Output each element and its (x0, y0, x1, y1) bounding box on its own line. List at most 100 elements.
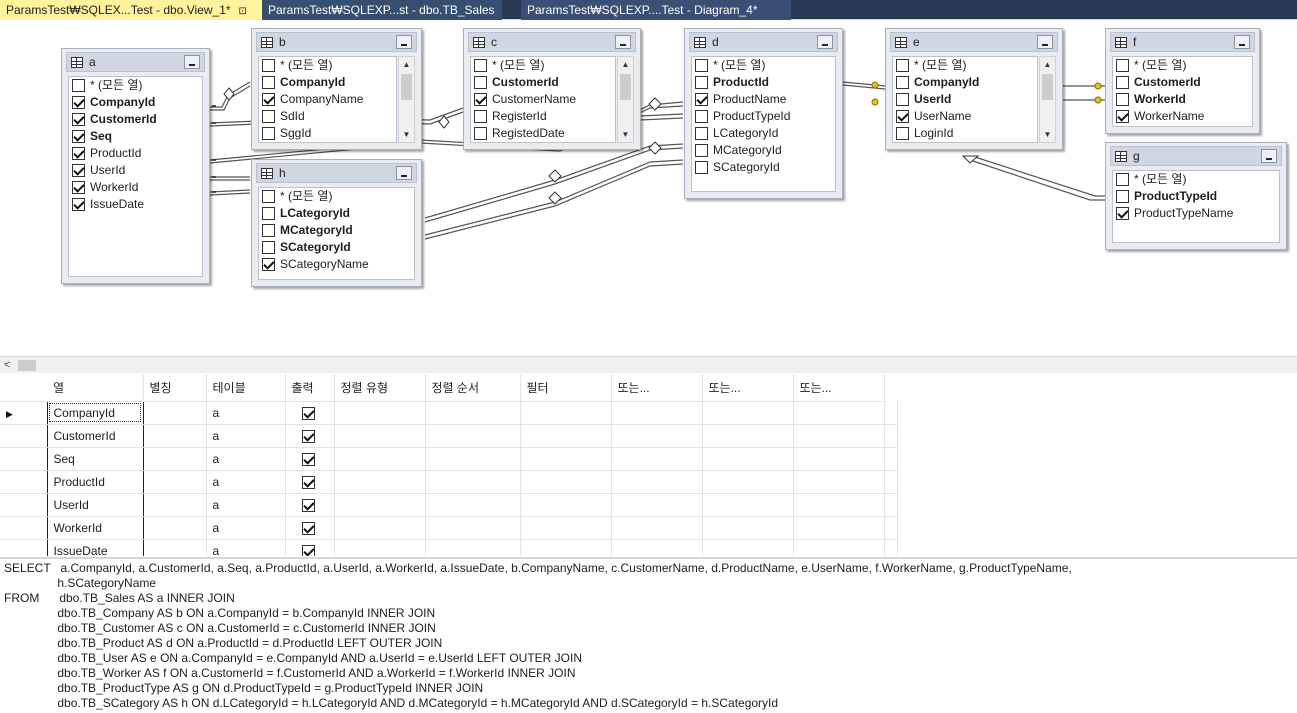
grid-cell-or[interactable] (702, 447, 794, 471)
pin-icon[interactable]: ⊡ (239, 6, 247, 17)
scroll-up-icon[interactable]: ▲ (399, 57, 414, 72)
column-checkbox[interactable] (474, 110, 487, 123)
column-checkbox[interactable] (1116, 59, 1129, 72)
grid-cell-sort-order[interactable] (425, 447, 521, 471)
grid-cell-filter[interactable] (520, 424, 612, 448)
grid-cell-sort-type[interactable] (334, 401, 426, 425)
scroll-down-icon[interactable]: ▼ (399, 127, 414, 142)
scroll-down-icon[interactable]: ▼ (618, 127, 633, 142)
tab-tb-sales[interactable]: ParamsTest₩SQLEXP...st - dbo.TB_Sales (262, 0, 502, 20)
column-row[interactable]: ProductId (692, 74, 835, 91)
column-checkbox[interactable] (695, 110, 708, 123)
column-row[interactable]: SCategoryId (692, 159, 835, 176)
table-h-header[interactable]: h (256, 163, 417, 183)
column-checkbox[interactable] (72, 198, 85, 211)
column-checkbox[interactable] (474, 59, 487, 72)
column-checkbox[interactable] (695, 93, 708, 106)
grid-cell-output[interactable] (285, 424, 335, 448)
output-checkbox[interactable] (301, 544, 315, 556)
table-b[interactable]: b * (모든 열) CompanyId CompanyName SdId SggId … (251, 28, 422, 150)
column-row[interactable]: LoginId (893, 125, 1037, 142)
minimize-button[interactable] (1261, 149, 1277, 163)
column-row[interactable]: UserId (893, 91, 1037, 108)
grid-cell-column[interactable]: WorkerId (46, 516, 144, 540)
column-checkbox[interactable] (262, 207, 275, 220)
column-checkbox[interactable] (1116, 173, 1129, 186)
tab-diagram-4[interactable]: ParamsTest₩SQLEXP....Test - Diagram_4* (521, 0, 791, 20)
scroll-thumb[interactable] (401, 74, 412, 100)
grid-cell-column[interactable]: CompanyId (46, 401, 144, 425)
row-selector[interactable] (0, 447, 47, 471)
grid-cell-sort-order[interactable] (425, 539, 521, 556)
diagram-pane[interactable]: a * (모든 열) CompanyId CustomerId Seq ProductI… (0, 20, 1297, 356)
vertical-scrollbar[interactable]: ▲ ▼ (1039, 56, 1056, 143)
grid-cell-extra[interactable] (884, 516, 898, 540)
column-checkbox[interactable] (262, 258, 275, 271)
column-checkbox[interactable] (262, 93, 275, 106)
grid-cell-table[interactable]: a (206, 447, 286, 471)
column-row[interactable]: * (모든 열) (471, 57, 615, 74)
column-row[interactable]: ProductName (692, 91, 835, 108)
column-checkbox[interactable] (262, 127, 275, 140)
column-row[interactable]: * (모든 열) (259, 188, 414, 205)
column-row[interactable]: CompanyName (259, 91, 396, 108)
column-checkbox[interactable] (72, 147, 85, 160)
grid-row[interactable]: IssueDate a (0, 539, 898, 556)
grid-cell-table[interactable]: a (206, 424, 286, 448)
grid-cell-filter[interactable] (520, 539, 612, 556)
table-a-header[interactable]: a (66, 52, 205, 72)
column-row[interactable]: WorkerId (69, 179, 202, 196)
column-row[interactable]: * (모든 열) (1113, 57, 1252, 74)
grid-cell-extra[interactable] (884, 424, 898, 448)
grid-cell-alias[interactable] (143, 493, 207, 517)
column-row[interactable]: CompanyId (259, 74, 396, 91)
column-checkbox[interactable] (262, 76, 275, 89)
table-g-header[interactable]: g (1110, 146, 1282, 166)
column-row[interactable]: UserId (69, 162, 202, 179)
table-e[interactable]: e * (모든 열) CompanyId UserId UserName LoginId… (885, 28, 1063, 150)
column-checkbox[interactable] (262, 224, 275, 237)
column-checkbox[interactable] (695, 59, 708, 72)
grid-cell-or[interactable] (611, 516, 703, 540)
grid-row[interactable]: UserId a (0, 493, 898, 517)
column-row[interactable]: Seq (69, 128, 202, 145)
column-checkbox[interactable] (474, 93, 487, 106)
column-checkbox[interactable] (262, 241, 275, 254)
tab-view-1[interactable]: ParamsTest₩SQLEX...Test - dbo.View_1* ⊡ (0, 0, 262, 20)
grid-cell-or[interactable] (793, 516, 885, 540)
vertical-scrollbar[interactable]: ▲ ▼ (617, 56, 634, 143)
grid-cell-column[interactable]: Seq (46, 447, 144, 471)
column-row[interactable]: ProductTypeId (692, 108, 835, 125)
column-row[interactable]: MCategoryId (692, 142, 835, 159)
grid-cell-sort-type[interactable] (334, 516, 426, 540)
grid-cell-column[interactable]: CustomerId (46, 424, 144, 448)
column-row[interactable]: SCategoryName (259, 256, 414, 273)
column-row[interactable]: * (모든 열) (893, 57, 1037, 74)
table-c-header[interactable]: c (468, 32, 636, 52)
column-checkbox[interactable] (896, 76, 909, 89)
grid-cell-sort-order[interactable] (425, 424, 521, 448)
column-checkbox[interactable] (72, 113, 85, 126)
grid-cell-table[interactable]: a (206, 539, 286, 556)
grid-cell-alias[interactable] (143, 516, 207, 540)
column-checkbox[interactable] (896, 59, 909, 72)
grid-cell-filter[interactable] (520, 470, 612, 494)
table-d[interactable]: d * (모든 열) ProductId ProductName ProductTyp… (684, 28, 843, 199)
column-row[interactable]: * (모든 열) (69, 77, 202, 94)
column-checkbox[interactable] (1116, 207, 1129, 220)
output-checkbox[interactable] (301, 406, 315, 420)
grid-cell-column[interactable]: IssueDate (46, 539, 144, 556)
column-checkbox[interactable] (896, 127, 909, 140)
column-checkbox[interactable] (72, 96, 85, 109)
grid-cell-extra[interactable] (884, 470, 898, 494)
grid-cell-alias[interactable] (143, 470, 207, 494)
output-checkbox[interactable] (301, 429, 315, 443)
minimize-button[interactable] (1234, 35, 1250, 49)
grid-cell-output[interactable] (285, 516, 335, 540)
minimize-button[interactable] (184, 55, 200, 69)
column-checkbox[interactable] (695, 76, 708, 89)
column-checkbox[interactable] (695, 144, 708, 157)
column-checkbox[interactable] (695, 161, 708, 174)
grid-cell-alias[interactable] (143, 539, 207, 556)
vertical-scrollbar[interactable]: ▲ ▼ (398, 56, 415, 143)
